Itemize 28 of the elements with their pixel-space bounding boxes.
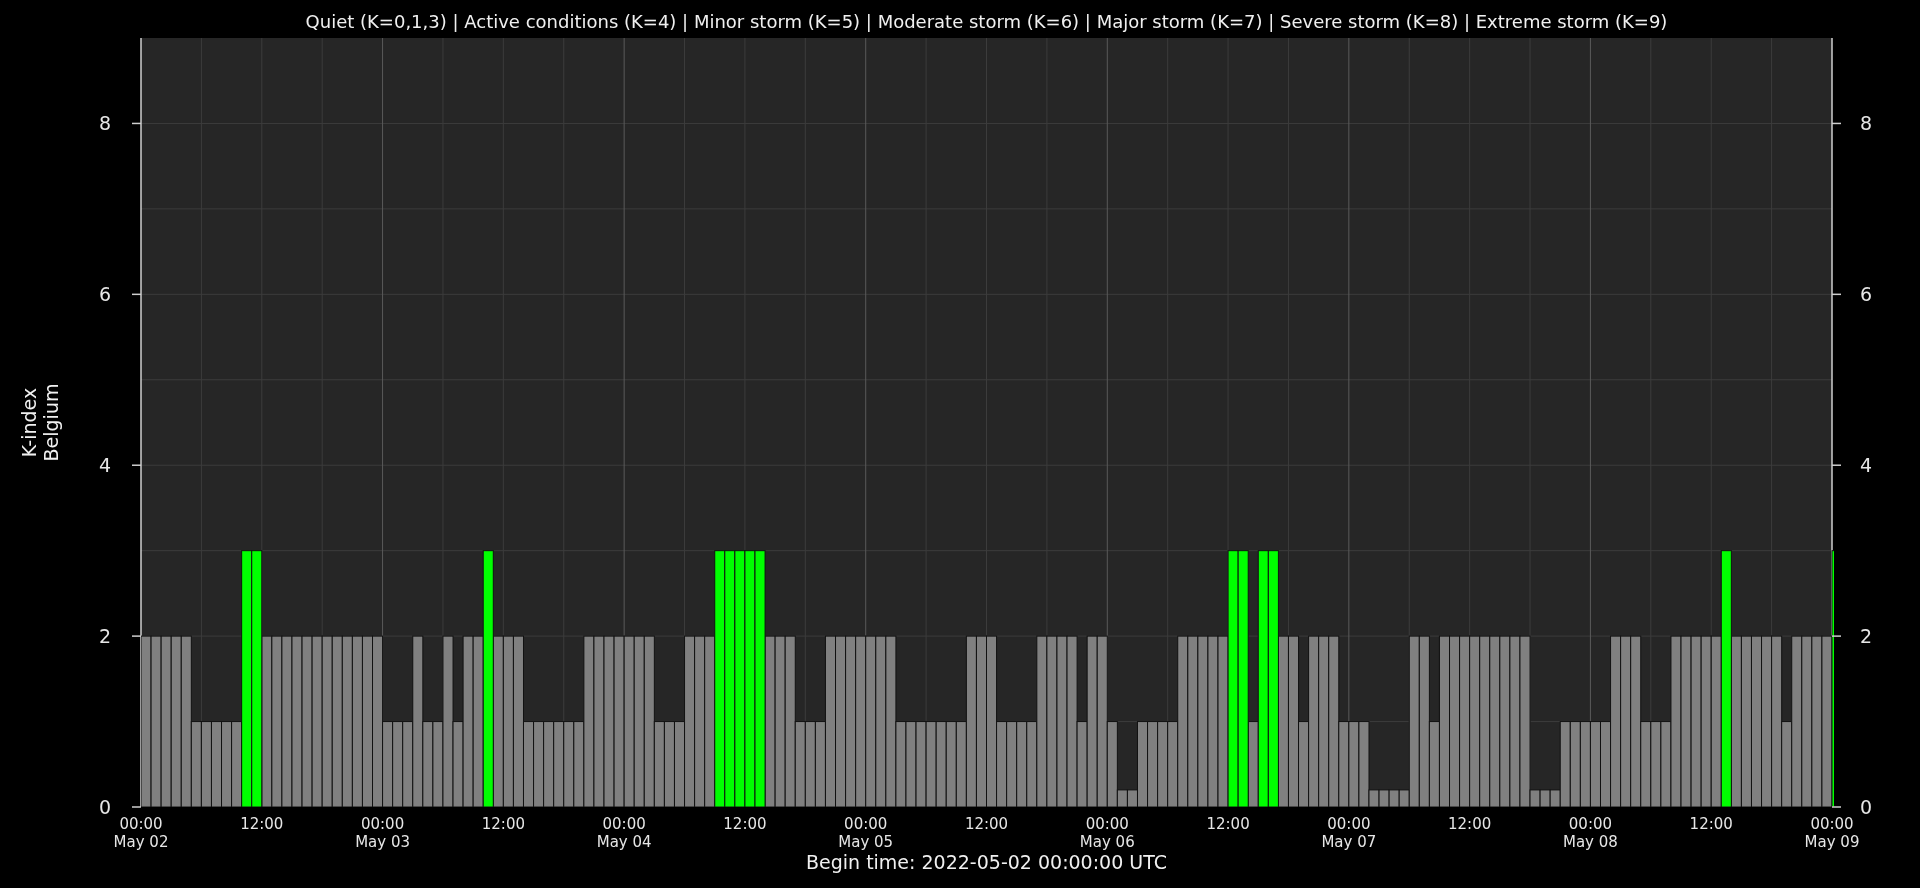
- y-tick-label: 8: [1860, 112, 1873, 135]
- x-tick-label: 00:00 May 08: [1563, 815, 1618, 851]
- y-tick-label: 6: [1860, 283, 1873, 306]
- x-tick-label: 00:00 May 03: [355, 815, 410, 851]
- x-tick-label: 12:00: [1206, 815, 1250, 833]
- y-tick-label: 2: [98, 625, 111, 648]
- y-tick-label: 2: [1860, 625, 1873, 648]
- y-tick-label: 0: [1860, 796, 1873, 818]
- x-tick-label: 00:00 May 07: [1321, 815, 1377, 851]
- x-tick-label: 12:00: [723, 815, 767, 833]
- y-tick-label: 8: [98, 112, 111, 135]
- x-tick-label: 00:00 May 09: [1804, 815, 1860, 851]
- x-tick-label: 00:00 May 06: [1079, 815, 1135, 851]
- y-tick-label: 6: [98, 283, 111, 306]
- x-tick-label: 00:00 May 04: [596, 815, 652, 851]
- x-tick-label: 12:00: [1689, 815, 1733, 833]
- chart-title: Quiet (K=0,1,3) | Active conditions (K=4) | Minor storm (K=5) | Moderate storm (K=6) | Major storm (K=7) | Severe storm (K=8) | Extreme storm (K=9): [305, 11, 1668, 32]
- x-tick-label: 12:00: [481, 815, 525, 833]
- x-tick-label: 00:00 May 05: [838, 815, 894, 851]
- x-tick-label: 00:00 May 02: [113, 815, 169, 851]
- y-tick-label: 0: [98, 796, 111, 818]
- x-tick-label: 12:00: [240, 815, 284, 833]
- y-tick-label: 4: [98, 454, 111, 477]
- y-tick-label: 4: [1860, 454, 1873, 477]
- y-axis-label: K-index Belgium: [18, 383, 62, 462]
- x-tick-label: 12:00: [1448, 815, 1492, 833]
- x-tick-label: 12:00: [964, 815, 1009, 833]
- x-axis-label: Begin time: 2022-05-02 00:00:00 UTC: [806, 851, 1167, 873]
